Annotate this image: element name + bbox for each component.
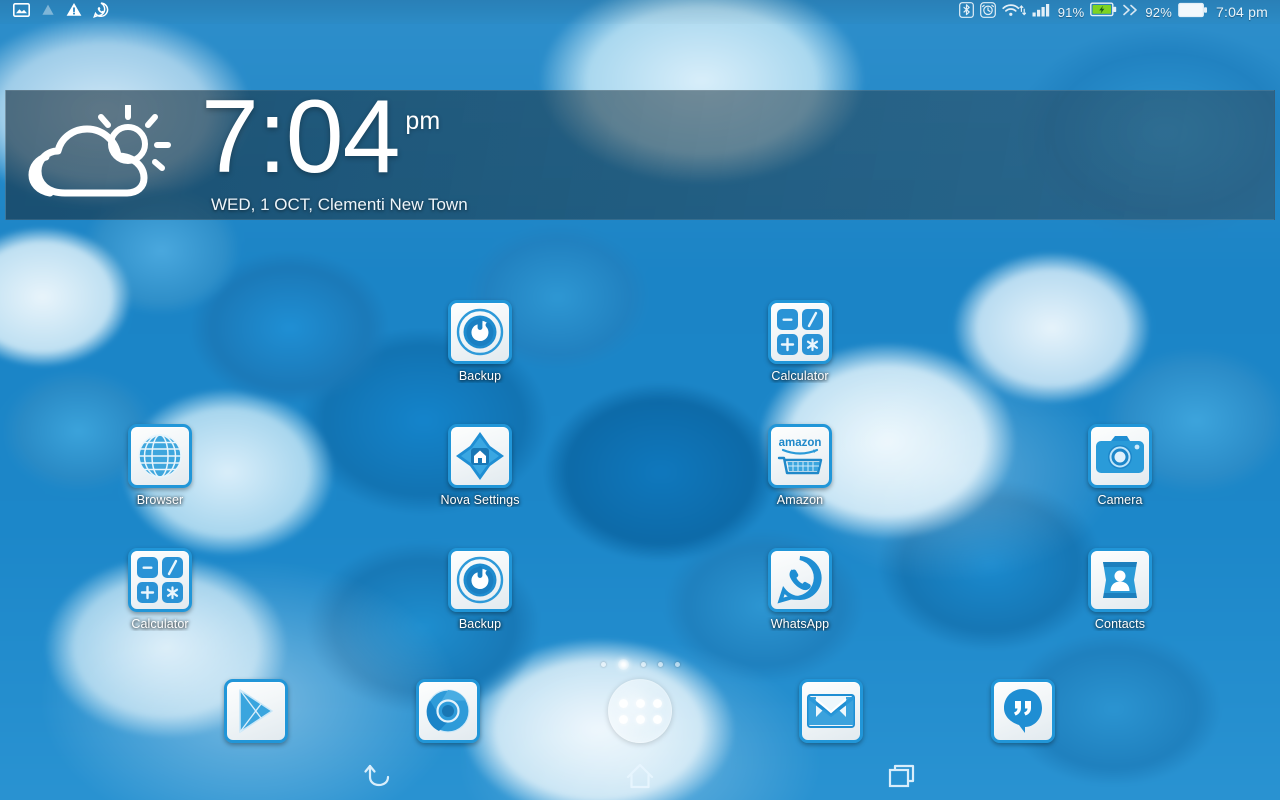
- app-icon-browser[interactable]: Browser: [100, 424, 220, 507]
- app-label: Camera: [1097, 493, 1143, 507]
- page-dot[interactable]: [657, 661, 663, 667]
- drawer-dot: [618, 698, 628, 708]
- warning-icon[interactable]: [66, 2, 82, 22]
- status-bar-notifications[interactable]: [8, 1, 109, 23]
- widget-date-location[interactable]: WED, 1 OCT, Clementi New Town: [211, 195, 468, 215]
- dock-item-gmail[interactable]: [795, 679, 867, 743]
- app-label: Calculator: [131, 617, 189, 631]
- battery-icon[interactable]: [1178, 2, 1208, 23]
- app-drawer-button[interactable]: [608, 679, 672, 743]
- widget-clock[interactable]: 7:04 pm: [201, 85, 440, 189]
- app-label: Browser: [136, 493, 184, 507]
- app-icon-backup[interactable]: Backup: [420, 300, 540, 383]
- app-label: Contacts: [1094, 617, 1146, 631]
- dock-item-play-store[interactable]: [220, 679, 292, 743]
- app-icon-nova-settings[interactable]: Nova Settings: [420, 424, 540, 507]
- app-icon-camera[interactable]: Camera: [1060, 424, 1180, 507]
- svg-text:amazon: amazon: [779, 437, 822, 449]
- dock-item-hangouts[interactable]: [987, 679, 1059, 743]
- chrome-icon[interactable]: [416, 679, 480, 743]
- widget-clock-ampm: pm: [405, 107, 441, 135]
- app-label: Calculator: [771, 369, 829, 383]
- app-icon-calculator-top[interactable]: Calculator: [740, 300, 860, 383]
- play-store-icon[interactable]: [224, 679, 288, 743]
- backup-icon[interactable]: [448, 548, 512, 612]
- hangouts-icon[interactable]: [991, 679, 1055, 743]
- app-icon-amazon[interactable]: amazon Amazon: [740, 424, 860, 507]
- wifi-icon[interactable]: [1002, 2, 1026, 23]
- app-label: WhatsApp: [770, 617, 830, 631]
- app-icon-calculator-bottom[interactable]: Calculator: [100, 548, 220, 631]
- app-label: Nova Settings: [440, 493, 520, 507]
- app-icon-whatsapp[interactable]: WhatsApp: [740, 548, 860, 631]
- status-bar-clock[interactable]: 7:04 pm: [1214, 4, 1268, 20]
- app-icon-contacts[interactable]: Contacts: [1060, 548, 1180, 631]
- whatsapp-icon[interactable]: [768, 548, 832, 612]
- drawer-dot: [635, 714, 645, 724]
- backup-icon[interactable]: [448, 300, 512, 364]
- status-bar-system[interactable]: 91% 92% 7:04 pm: [958, 1, 1272, 23]
- app-label: Backup: [458, 617, 502, 631]
- whatsapp-notification-icon[interactable]: [93, 1, 109, 23]
- app-drawer-dots: [618, 698, 662, 724]
- contacts-icon[interactable]: [1088, 548, 1152, 612]
- page-dot-active[interactable]: [617, 658, 629, 670]
- alarm-icon[interactable]: [979, 1, 996, 23]
- drawer-dot: [635, 698, 645, 708]
- page-indicator: [0, 657, 1280, 671]
- gmail-icon[interactable]: [799, 679, 863, 743]
- page-dot[interactable]: [674, 661, 680, 667]
- page-dot[interactable]: [600, 661, 606, 667]
- screenshot-icon[interactable]: [13, 2, 30, 22]
- browser-icon[interactable]: [128, 424, 192, 488]
- drawer-dot: [652, 698, 662, 708]
- widget-clock-time: 7:04: [201, 79, 400, 195]
- app-label: Backup: [458, 369, 502, 383]
- dock-item-chrome[interactable]: [412, 679, 484, 743]
- nova-settings-icon[interactable]: [448, 424, 512, 488]
- widget-subtitle-wrap: WED, 1 OCT, Clementi New Town: [211, 195, 468, 215]
- battery-charging-icon[interactable]: [1090, 2, 1117, 22]
- download-icon[interactable]: [41, 3, 55, 22]
- fast-forward-icon: [1123, 3, 1139, 21]
- signal-percent-label: 91%: [1057, 4, 1085, 20]
- signal-icon[interactable]: [1032, 3, 1052, 22]
- app-label: Amazon: [776, 493, 824, 507]
- drawer-dot: [618, 714, 628, 724]
- calculator-icon[interactable]: [768, 300, 832, 364]
- recent-apps-button[interactable]: [876, 756, 928, 796]
- home-screen: 91% 92% 7:04 pm 7:04 pm WED, 1 OCT, Clem…: [0, 0, 1280, 800]
- calculator-icon[interactable]: [128, 548, 192, 612]
- navigation-bar: [0, 752, 1280, 800]
- home-button[interactable]: [614, 756, 666, 796]
- camera-icon[interactable]: [1088, 424, 1152, 488]
- status-bar[interactable]: 91% 92% 7:04 pm: [0, 0, 1280, 24]
- partly-cloudy-weather-icon: [24, 103, 194, 210]
- back-button[interactable]: [352, 756, 404, 796]
- battery-percent-label: 92%: [1145, 4, 1172, 20]
- bluetooth-icon[interactable]: [958, 1, 974, 23]
- drawer-dot: [652, 714, 662, 724]
- app-icon-backup-second[interactable]: Backup: [420, 548, 540, 631]
- clock-weather-widget[interactable]: 7:04 pm WED, 1 OCT, Clementi New Town: [5, 85, 1275, 220]
- page-dot[interactable]: [640, 661, 646, 667]
- amazon-icon[interactable]: amazon: [768, 424, 832, 488]
